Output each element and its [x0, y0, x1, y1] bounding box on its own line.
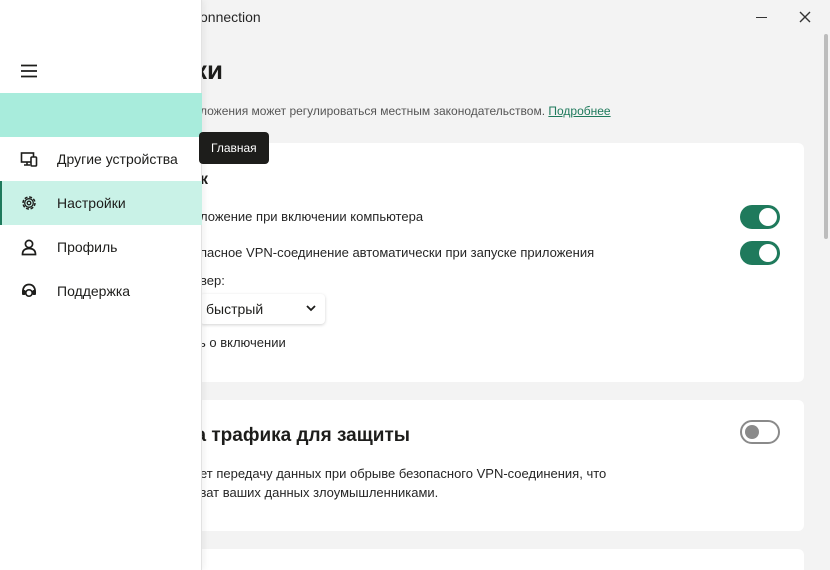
scrollbar-thumb[interactable]	[824, 34, 828, 239]
sidebar-item-profile[interactable]: Профиль	[0, 225, 202, 269]
home-tooltip: Главная	[199, 132, 269, 164]
description-line: ехват ваших данных злоумышленниками.	[186, 485, 439, 500]
autoconnect-toggle[interactable]	[740, 241, 780, 265]
server-label: вер:	[200, 273, 225, 288]
gear-icon	[19, 193, 39, 213]
sidebar-item-settings[interactable]: Настройки	[0, 181, 202, 225]
card-heading: ка трафика для защиты	[186, 425, 410, 446]
chevron-down-icon	[306, 305, 316, 312]
toggle-knob	[745, 425, 759, 439]
startup-settings-card: к ложение при включении компьютера пасно…	[178, 143, 804, 382]
sidebar-item-home[interactable]	[0, 93, 202, 137]
toggle-knob	[759, 208, 777, 226]
kill-switch-description: вает передачу данных при обрыве безопасн…	[186, 464, 606, 502]
next-settings-card	[178, 549, 804, 570]
window-title: onnection	[200, 9, 261, 25]
sidebar-item-label: Профиль	[57, 239, 118, 255]
notify-label: ь о включении	[199, 335, 286, 350]
kill-switch-toggle[interactable]	[740, 420, 780, 444]
sidebar-item-devices[interactable]: Другие устройства	[0, 137, 202, 181]
scrollbar[interactable]	[822, 34, 830, 570]
sidebar: Другие устройства Настройки Профиль Подд…	[0, 0, 202, 570]
description-line: вает передачу данных при обрыве безопасн…	[186, 466, 607, 481]
minimize-button[interactable]	[738, 0, 784, 34]
autostart-label: ложение при включении компьютера	[200, 209, 424, 224]
menu-button[interactable]	[12, 56, 46, 86]
server-select[interactable]: быстрый	[200, 294, 325, 324]
autostart-toggle[interactable]	[740, 205, 780, 229]
sidebar-item-label: Поддержка	[57, 283, 131, 299]
support-icon	[19, 281, 39, 301]
devices-icon	[19, 149, 39, 169]
legal-notice-text: ложения может регулироваться местным зак…	[200, 104, 546, 118]
more-info-link[interactable]: Подробнее	[548, 104, 610, 118]
legal-notice: ложения может регулироваться местным зак…	[200, 104, 611, 118]
user-icon	[19, 237, 39, 257]
sidebar-item-label: Другие устройства	[57, 151, 178, 167]
toggle-knob	[759, 244, 777, 262]
server-select-value: быстрый	[206, 301, 264, 317]
autoconnect-label: пасное VPN-соединение автоматически при …	[200, 245, 595, 260]
sidebar-item-label: Настройки	[57, 195, 126, 211]
hamburger-icon	[21, 64, 37, 78]
sidebar-item-support[interactable]: Поддержка	[0, 269, 202, 313]
close-button[interactable]	[782, 0, 828, 34]
close-icon	[799, 11, 811, 23]
kill-switch-card: ка трафика для защиты вает передачу данн…	[178, 400, 804, 531]
